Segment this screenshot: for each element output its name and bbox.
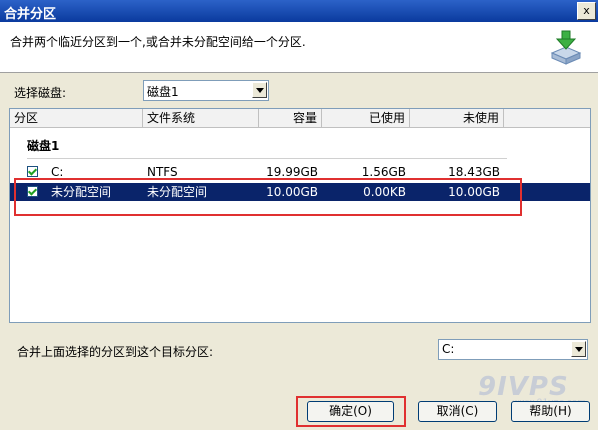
target-partition-label: 合并上面选择的分区到这个目标分区:: [17, 345, 214, 359]
chevron-down-icon[interactable]: [252, 82, 267, 98]
column-header-partition[interactable]: 分区: [10, 109, 143, 127]
target-partition-select[interactable]: C:: [438, 339, 588, 360]
group-divider: [27, 158, 507, 159]
column-header-free[interactable]: 未使用: [410, 109, 504, 127]
chevron-down-icon[interactable]: [571, 341, 586, 357]
merge-disk-icon: [550, 30, 582, 65]
header-description: 合并两个临近分区到一个,或合并未分配空间给一个分区.: [10, 35, 306, 49]
cancel-button[interactable]: 取消(C): [418, 401, 497, 422]
row-highlight-box: [14, 178, 522, 216]
help-button[interactable]: 帮助(H): [511, 401, 590, 422]
target-partition-value: C:: [442, 342, 455, 356]
list-header: 分区 文件系统 容量 已使用 未使用: [10, 109, 590, 128]
header-panel: 合并两个临近分区到一个,或合并未分配空间给一个分区.: [0, 22, 598, 73]
disk-select[interactable]: 磁盘1: [143, 80, 269, 101]
ok-highlight-box: [296, 396, 406, 427]
column-header-used[interactable]: 已使用: [322, 109, 410, 127]
title-bar: 合并分区 x: [0, 0, 598, 22]
window-title: 合并分区: [4, 7, 57, 22]
disk-select-value: 磁盘1: [147, 85, 179, 99]
disk-select-label: 选择磁盘:: [14, 86, 67, 100]
column-header-filesystem[interactable]: 文件系统: [143, 109, 259, 127]
partition-checkbox[interactable]: [27, 166, 38, 177]
disk-group-label: 磁盘1: [27, 139, 60, 153]
column-header-capacity[interactable]: 容量: [259, 109, 322, 127]
close-button[interactable]: x: [577, 2, 596, 20]
